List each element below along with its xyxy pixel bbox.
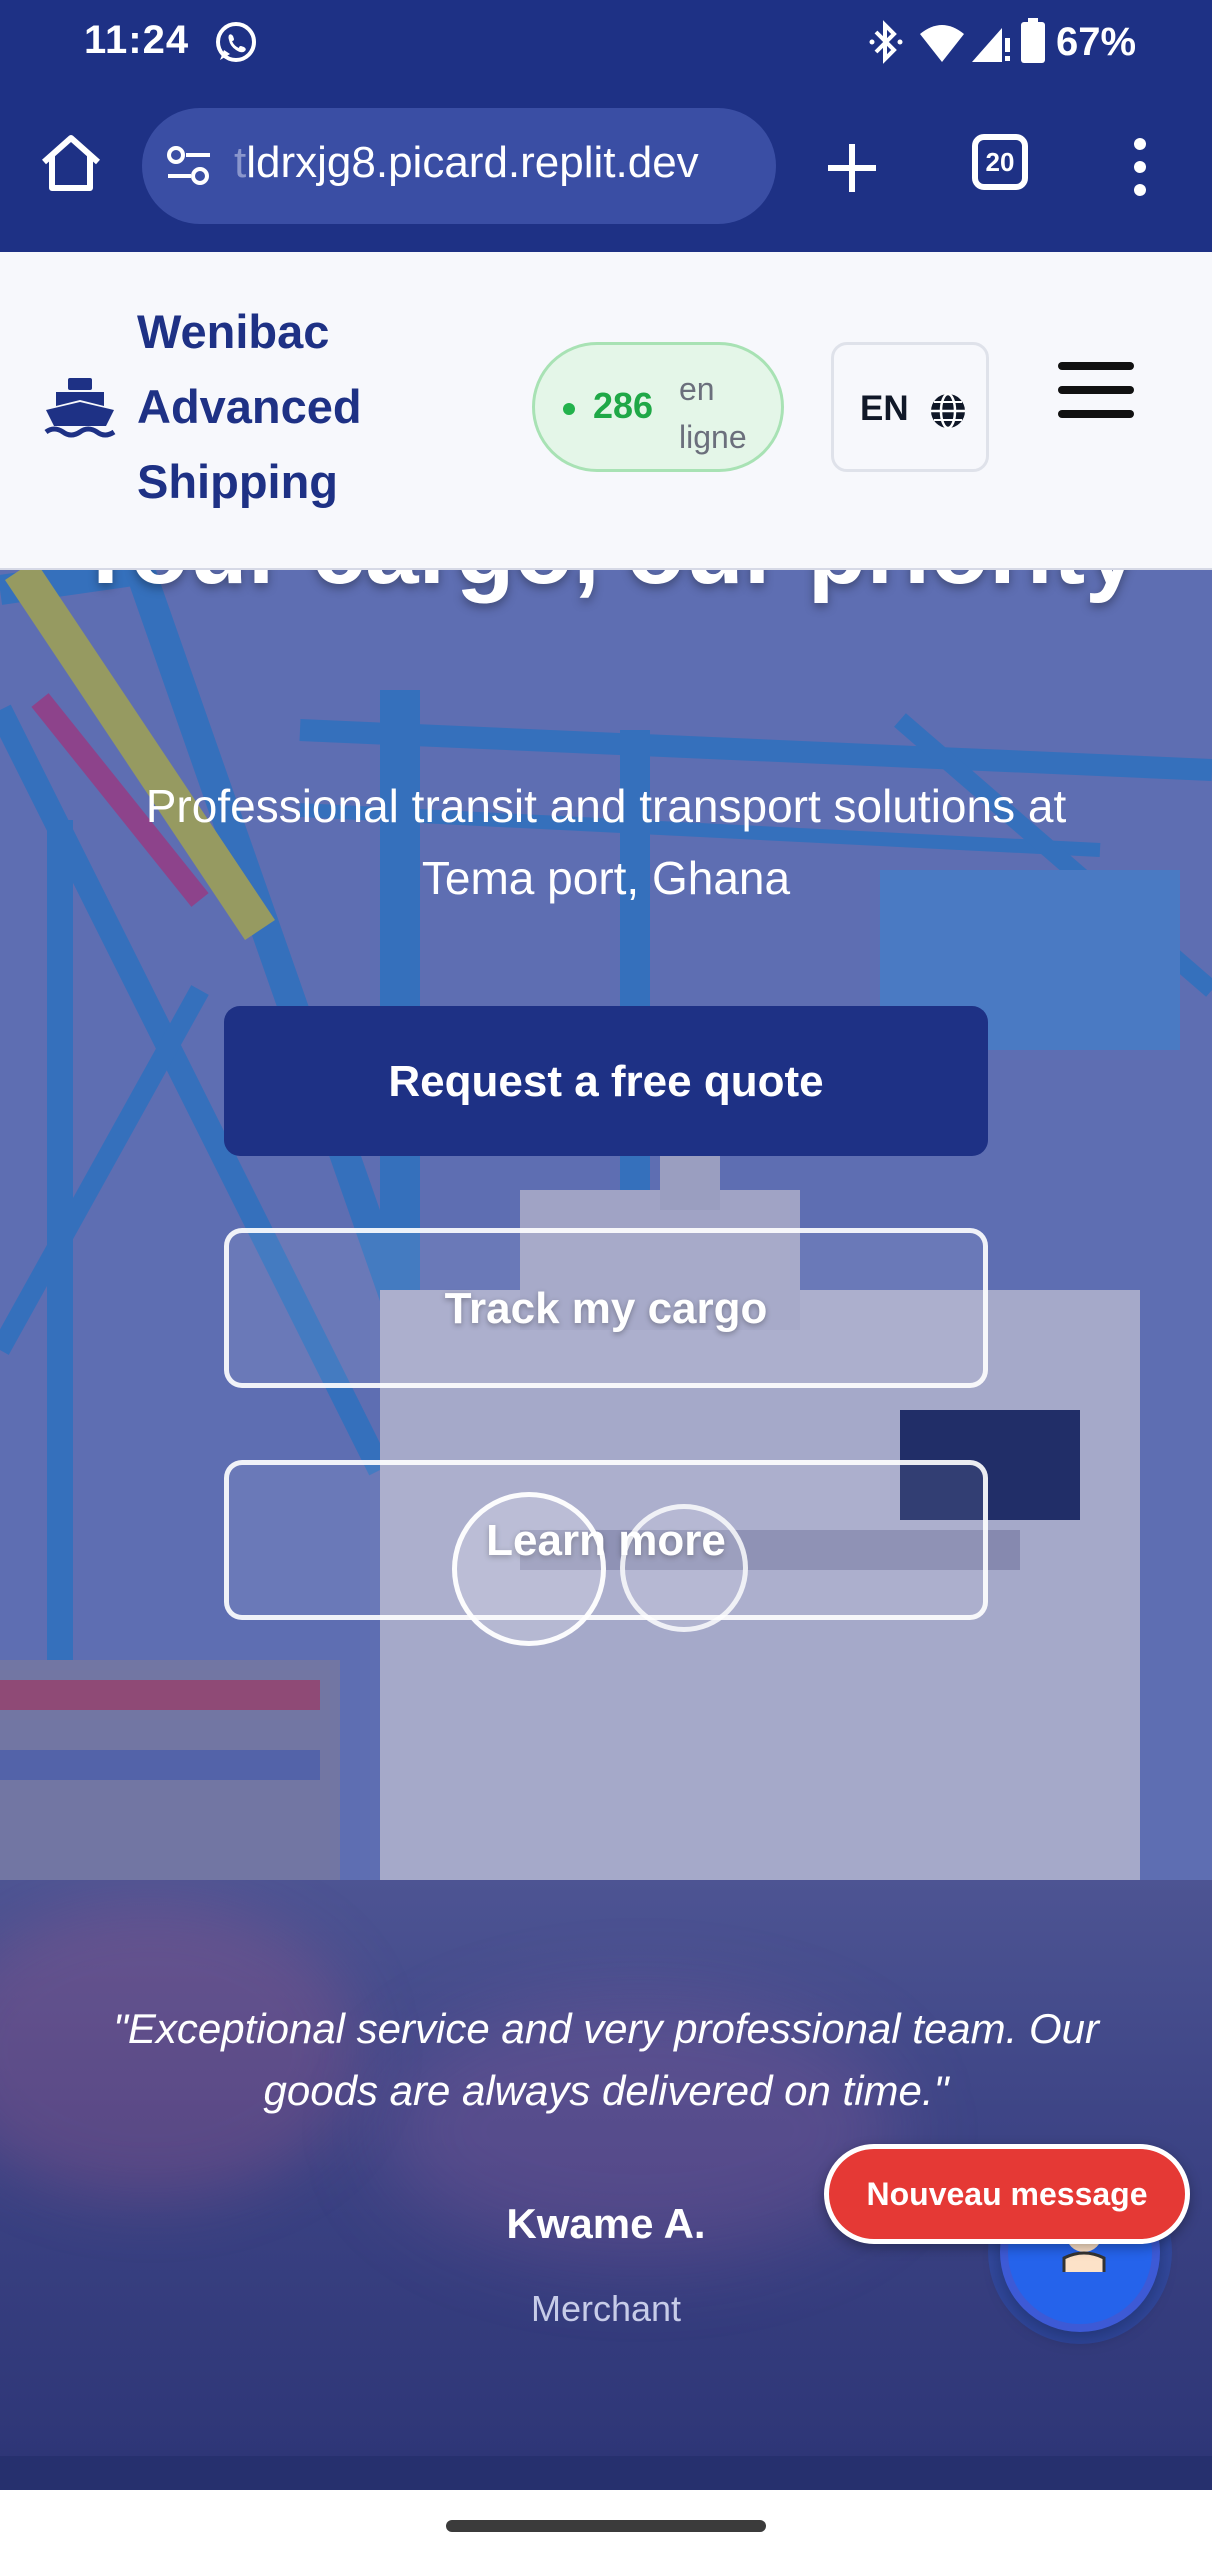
globe-icon [931,392,965,430]
url-faded: t [234,138,247,187]
whatsapp-icon [216,22,256,62]
home-icon[interactable] [36,128,106,198]
battery-percent: 67% [1056,20,1137,64]
hero-title: Your cargo, our priority [0,570,1212,607]
menu-icon[interactable] [1126,132,1154,202]
status-time: 11:24 [84,18,190,62]
browser-toolbar: tldrxjg8.picard.replit.dev 20 [0,88,1212,252]
new-message-toast[interactable]: Nouveau message [824,2144,1190,2244]
online-dot-icon [563,403,575,415]
hero-overlay [0,570,1212,1880]
request-quote-button[interactable]: Request a free quote [224,1006,988,1156]
brand-line-1: Wenibac [137,305,330,358]
track-cargo-button[interactable]: Track my cargo [224,1228,988,1388]
status-bar: 11:24 67% [0,0,1212,88]
bluetooth-icon [869,20,903,64]
touch-indicator [452,1492,606,1646]
wifi-icon [920,25,964,62]
new-tab-icon[interactable] [820,136,884,200]
status-icons: 67% [812,14,1212,70]
brand-line-2: Advanced [137,380,362,433]
url-text: tldrxjg8.picard.replit.dev [234,138,754,188]
touch-indicator-secondary [620,1504,748,1632]
brand-name[interactable]: Wenibac Advanced Shipping [137,294,397,519]
tab-switcher-icon[interactable]: 20 [972,134,1028,190]
language-switcher[interactable]: EN [831,342,989,472]
gesture-handle[interactable] [446,2520,766,2532]
testimonial-quote: "Exceptional service and very profession… [112,2005,1100,2114]
ship-icon [44,378,116,438]
section-divider [0,2456,1212,2490]
site-settings-icon[interactable] [166,144,212,188]
brand-line-3: Shipping [137,455,339,508]
url-bar[interactable]: tldrxjg8.picard.replit.dev [142,108,776,224]
battery-icon [1021,18,1045,63]
language-code: EN [860,389,909,428]
hamburger-menu-icon[interactable] [1058,362,1134,418]
site-header: Wenibac Advanced Shipping 286 en ligne E… [0,252,1212,570]
online-label: en ligne [679,371,747,455]
online-count: 286 [593,385,654,426]
hero-subtitle: Professional transit and transport solut… [145,780,1067,904]
learn-more-button[interactable]: Learn more [224,1460,988,1620]
cell-signal-icon [972,28,1010,62]
online-users-badge: 286 en ligne [532,342,784,472]
hero-section: Your cargo, our priority Professional tr… [0,570,1212,1880]
url-host: ldrxjg8.picard.replit.dev [246,138,699,187]
system-nav-bar [0,2490,1212,2560]
